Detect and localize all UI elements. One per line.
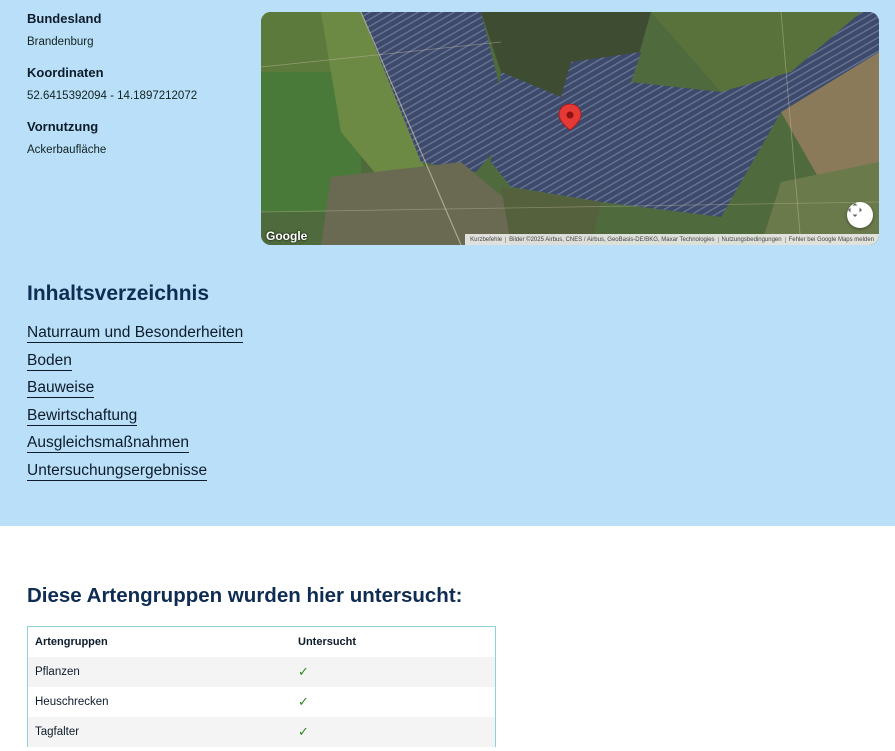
toc-link-bauweise[interactable]: Bauweise xyxy=(27,379,95,398)
map-attribution: Kurzbefehle Bilder ©2025 Airbus, CNES / … xyxy=(465,234,879,245)
toc-item: Ausgleichsmaßnahmen xyxy=(27,434,243,462)
toc-link-naturraum[interactable]: Naturraum und Besonderheiten xyxy=(27,324,244,343)
site-info: Bundesland Brandenburg Koordinaten 52.64… xyxy=(27,10,247,158)
table-of-contents: Naturraum und Besonderheiten Boden Bauwe… xyxy=(27,324,244,490)
report-error-link[interactable]: Fehler bei Google Maps melden xyxy=(784,236,877,243)
check-icon: ✓ xyxy=(298,664,309,679)
species-section-title: Diese Artengruppen wurden hier untersuch… xyxy=(27,584,463,607)
fullscreen-button[interactable] xyxy=(847,202,873,228)
state-label: Bundesland xyxy=(27,11,102,26)
coordinates-value: 52.6415392094 - 14.1897212072 xyxy=(27,90,198,102)
google-logo: Google xyxy=(266,229,308,243)
species-group-cell: Heuschrecken xyxy=(27,687,291,717)
prior-use-value: Ackerbaufläche xyxy=(27,144,107,156)
toc-link-ausgleichsmassnahmen[interactable]: Ausgleichsmaßnahmen xyxy=(27,434,189,453)
examined-cell: ✓ xyxy=(291,717,496,747)
species-table: Artengruppen Untersucht Pflanzen ✓ Heusc… xyxy=(27,626,496,747)
state-value: Brandenburg xyxy=(27,36,94,48)
table-row: Pflanzen ✓ xyxy=(27,657,496,687)
coordinates-label: Koordinaten xyxy=(27,65,104,80)
toc-link-boden[interactable]: Boden xyxy=(27,351,72,371)
column-header-group: Artengruppen xyxy=(27,626,291,657)
satellite-imagery xyxy=(261,12,879,245)
terms-link[interactable]: Nutzungsbedingungen xyxy=(717,236,785,243)
table-row: Heuschrecken ✓ xyxy=(27,687,496,717)
toc-item: Naturraum und Besonderheiten xyxy=(27,324,244,352)
toc-link-bewirtschaftung[interactable]: Bewirtschaftung xyxy=(27,406,138,426)
satellite-map[interactable]: Google Kurzbefehle Bilder ©2025 Airbus, … xyxy=(261,12,879,245)
toc-item: Bauweise xyxy=(27,379,243,407)
imagery-credit: Bilder ©2025 Airbus, CNES / Airbus, GeoB… xyxy=(505,236,717,243)
column-header-examined: Untersucht xyxy=(291,626,496,657)
species-group-cell: Pflanzen xyxy=(27,657,291,687)
prior-use-label: Vornutzung xyxy=(27,119,99,134)
fullscreen-icon xyxy=(848,203,862,217)
examined-cell: ✓ xyxy=(291,657,496,687)
toc-title: Inhaltsverzeichnis xyxy=(27,282,210,305)
examined-cell: ✓ xyxy=(291,687,496,717)
table-header-row: Artengruppen Untersucht xyxy=(27,626,496,657)
table-row: Tagfalter ✓ xyxy=(27,717,496,747)
check-icon: ✓ xyxy=(298,724,309,739)
site-info-panel: Bundesland Brandenburg Koordinaten 52.64… xyxy=(0,0,895,526)
toc-item: Boden xyxy=(27,351,243,380)
keyboard-shortcuts-link[interactable]: Kurzbefehle xyxy=(467,237,505,243)
check-icon: ✓ xyxy=(298,694,309,709)
toc-link-untersuchungsergebnisse[interactable]: Untersuchungsergebnisse xyxy=(27,461,208,481)
species-group-cell: Tagfalter xyxy=(27,717,291,747)
toc-item: Untersuchungsergebnisse xyxy=(27,461,243,490)
toc-item: Bewirtschaftung xyxy=(27,406,243,435)
